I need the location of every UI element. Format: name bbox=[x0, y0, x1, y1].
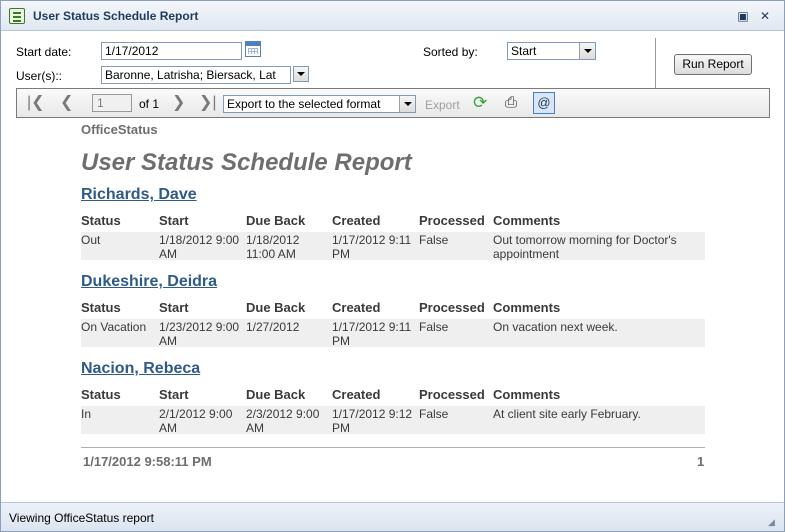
column-header-start: Start bbox=[159, 300, 189, 315]
cell-comments: At client site early February. bbox=[493, 407, 641, 421]
column-header-created: Created bbox=[332, 300, 381, 315]
chevron-down-icon[interactable] bbox=[399, 96, 415, 112]
user-name-link[interactable]: Richards, Dave bbox=[81, 186, 197, 204]
users-dropdown-icon[interactable] bbox=[293, 66, 309, 82]
status-text: Viewing OfficeStatus report bbox=[9, 511, 154, 525]
printer-icon[interactable]: ⎙ bbox=[505, 94, 517, 112]
report-body: OfficeStatus User Status Schedule Report… bbox=[1, 119, 784, 502]
status-bar: Viewing OfficeStatus report ◢ bbox=[1, 502, 784, 531]
footer-divider bbox=[81, 447, 705, 448]
users-input[interactable]: Baronne, Latrisha; Biersack, Lat bbox=[101, 66, 291, 84]
chevron-down-icon[interactable] bbox=[579, 43, 595, 59]
cell-created: 1/17/2012 9:11 PM bbox=[332, 320, 412, 348]
close-icon[interactable]: ✕ bbox=[758, 9, 772, 23]
cell-comments: On vacation next week. bbox=[493, 320, 618, 334]
users-label: User(s):: bbox=[16, 69, 62, 83]
cell-due-back: 2/3/2012 9:00 AM bbox=[246, 407, 320, 435]
table-row: On Vacation 1/23/2012 9:00 AM 1/27/2012 … bbox=[81, 319, 705, 348]
report-window: User Status Schedule Report ▣ ✕ Start da… bbox=[0, 0, 785, 532]
cell-processed: False bbox=[419, 407, 449, 421]
cell-start: 1/18/2012 9:00 AM bbox=[159, 233, 240, 261]
column-header-due-back: Due Back bbox=[246, 213, 306, 228]
report-panel: Start date: 1/17/2012 User(s):: Baronne,… bbox=[1, 32, 784, 502]
param-divider bbox=[655, 38, 656, 88]
report-timestamp: 1/17/2012 9:58:11 PM bbox=[83, 454, 212, 469]
column-header-status: Status bbox=[81, 213, 121, 228]
start-date-input[interactable]: 1/17/2012 bbox=[101, 42, 242, 60]
cell-due-back: 1/18/2012 11:00 AM bbox=[246, 233, 300, 261]
column-header-processed: Processed bbox=[419, 387, 485, 402]
column-header-due-back: Due Back bbox=[246, 300, 306, 315]
parameter-area: Start date: 1/17/2012 User(s):: Baronne,… bbox=[1, 32, 784, 88]
last-page-icon[interactable]: ❯| bbox=[199, 94, 217, 112]
title-bar: User Status Schedule Report ▣ ✕ bbox=[1, 1, 784, 31]
report-brand: OfficeStatus bbox=[81, 122, 158, 137]
resize-grip-icon[interactable]: ◢ bbox=[768, 517, 778, 527]
sorted-by-value: Start bbox=[511, 44, 537, 58]
maximize-icon[interactable]: ▣ bbox=[736, 9, 750, 23]
column-header-start: Start bbox=[159, 387, 189, 402]
sorted-by-select[interactable]: Start bbox=[507, 42, 596, 60]
export-link[interactable]: Export bbox=[425, 98, 460, 112]
first-page-icon[interactable]: |❮ bbox=[27, 94, 45, 112]
cell-status: On Vacation bbox=[81, 320, 147, 334]
column-header-created: Created bbox=[332, 387, 381, 402]
window-title: User Status Schedule Report bbox=[33, 9, 199, 23]
cell-processed: False bbox=[419, 233, 449, 247]
cell-created: 1/17/2012 9:11 PM bbox=[332, 233, 412, 261]
cell-start: 1/23/2012 9:00 AM bbox=[159, 320, 240, 348]
next-page-icon[interactable]: ❯ bbox=[172, 94, 185, 112]
column-header-created: Created bbox=[332, 213, 381, 228]
page-number-input[interactable]: 1 bbox=[92, 94, 132, 112]
refresh-icon[interactable]: ⟳ bbox=[473, 94, 487, 112]
sorted-by-label: Sorted by: bbox=[423, 45, 478, 59]
cell-comments: Out tomorrow morning for Doctor's appoin… bbox=[493, 233, 677, 261]
report-app-icon bbox=[9, 8, 25, 24]
column-header-start: Start bbox=[159, 213, 189, 228]
cell-start: 2/1/2012 9:00 AM bbox=[159, 407, 233, 435]
export-format-value: Export to the selected format bbox=[227, 97, 381, 111]
email-icon[interactable]: @ bbox=[533, 92, 555, 114]
column-header-comments: Comments bbox=[493, 300, 561, 315]
report-toolbar: |❮ ❮ 1 of 1 ❯ ❯| Export to the selected … bbox=[16, 88, 770, 118]
cell-due-back: 1/27/2012 bbox=[246, 320, 300, 334]
prev-page-icon[interactable]: ❮ bbox=[60, 94, 73, 112]
page-count-text: of 1 bbox=[139, 97, 160, 111]
start-date-label: Start date: bbox=[16, 45, 72, 59]
cell-status: In bbox=[81, 407, 92, 421]
export-format-select[interactable]: Export to the selected format bbox=[223, 95, 416, 113]
column-header-processed: Processed bbox=[419, 300, 485, 315]
cell-created: 1/17/2012 9:12 PM bbox=[332, 407, 413, 435]
column-header-due-back: Due Back bbox=[246, 387, 306, 402]
table-row: Out 1/18/2012 9:00 AM 1/18/2012 11:00 AM… bbox=[81, 232, 705, 261]
column-header-status: Status bbox=[81, 300, 121, 315]
cell-status: Out bbox=[81, 233, 101, 247]
report-page-number: 1 bbox=[697, 454, 705, 469]
table-row: In 2/1/2012 9:00 AM 2/3/2012 9:00 AM 1/1… bbox=[81, 406, 705, 435]
report-title: User Status Schedule Report bbox=[81, 149, 412, 176]
column-header-status: Status bbox=[81, 387, 121, 402]
calendar-icon[interactable] bbox=[245, 41, 261, 57]
user-name-link[interactable]: Nacion, Rebeca bbox=[81, 360, 200, 378]
column-header-comments: Comments bbox=[493, 387, 561, 402]
run-report-button[interactable]: Run Report bbox=[674, 54, 752, 75]
column-header-processed: Processed bbox=[419, 213, 485, 228]
user-name-link[interactable]: Dukeshire, Deidra bbox=[81, 273, 217, 291]
column-header-comments: Comments bbox=[493, 213, 561, 228]
cell-processed: False bbox=[419, 320, 449, 334]
